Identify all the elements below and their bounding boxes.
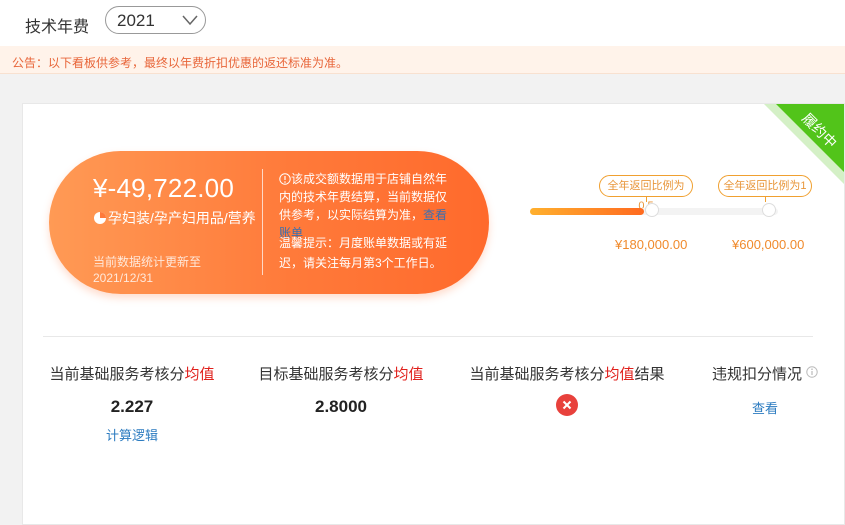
update-label: 当前数据统计更新至 bbox=[93, 255, 202, 269]
milestone-knob-1 bbox=[645, 203, 659, 217]
metric-target-label: 目标基础服务考核分 bbox=[258, 366, 394, 383]
milestone-tag-2: 全年返回比例为1 bbox=[718, 175, 812, 202]
progress-fill bbox=[530, 208, 645, 215]
turnover-pill: ¥-49,722.00 孕妇装/孕产妇用品/营养 当前数据统计更新至 2021/… bbox=[49, 151, 489, 294]
metric-violation: 违规扣分情况 查看 bbox=[695, 363, 835, 417]
metric-current-value: 2.227 bbox=[110, 397, 154, 416]
milestone-tag-1: 全年返回比例为0.5 bbox=[599, 175, 693, 212]
page-title: 技术年费 bbox=[25, 19, 90, 36]
pie-icon bbox=[94, 212, 106, 224]
status-ribbon: 履约中 bbox=[764, 104, 844, 184]
milestone-amount-1: ¥180,000.00 bbox=[615, 237, 688, 252]
chevron-down-icon bbox=[182, 15, 198, 26]
metric-target-value: 2.8000 bbox=[315, 397, 367, 416]
section-divider bbox=[43, 336, 813, 337]
metric-current-label-hl: 均值 bbox=[184, 366, 215, 383]
notice-bar: 公告：以下看板供参考，最终以年费折扣优惠的返还标准为准。 bbox=[0, 46, 845, 74]
settlement-note: 该成交额数据用于店铺自然年内的技术年费结算，当前数据仅供参考，以实际结算为准，查… bbox=[279, 170, 454, 242]
reminder-tip: 温馨提示：月度账单数据或有延迟，请关注每月第3个工作日。 bbox=[279, 236, 448, 270]
update-date: 2021/12/31 bbox=[93, 271, 154, 285]
year-select-value: 2021 bbox=[117, 11, 155, 30]
pill-divider bbox=[262, 169, 263, 275]
metric-target-score: 目标基础服务考核分均值 2.8000 bbox=[251, 363, 431, 417]
milestone-amount-2: ¥600,000.00 bbox=[732, 237, 805, 252]
close-circle-icon bbox=[556, 394, 578, 416]
metric-violation-label: 违规扣分情况 bbox=[711, 366, 802, 383]
calc-logic-link[interactable]: 计算逻辑 bbox=[42, 425, 222, 444]
category-label: 孕妇装/孕产妇用品/营养 bbox=[93, 208, 258, 228]
annual-fee-card: 履约中 ¥-49,722.00 孕妇装/孕产妇用品/营养 当前数据统计更新至 2… bbox=[22, 103, 845, 525]
header-bar: 技术年费 2021 bbox=[0, 0, 845, 46]
category-text: 孕妇装/孕产妇用品/营养 bbox=[108, 210, 256, 226]
view-violation-link[interactable]: 查看 bbox=[695, 398, 835, 417]
metric-current-score: 当前基础服务考核分均值 2.227 计算逻辑 bbox=[42, 363, 222, 444]
metric-current-label: 当前基础服务考核分 bbox=[49, 366, 185, 383]
info-icon[interactable] bbox=[806, 366, 818, 378]
milestone-knob-2 bbox=[762, 203, 776, 217]
update-info: 当前数据统计更新至 2021/12/31 bbox=[93, 254, 233, 286]
metric-score-result: 当前基础服务考核分均值结果 bbox=[457, 363, 677, 421]
metric-result-label-hl: 均值 bbox=[604, 366, 635, 383]
note-text: 该成交额数据用于店铺自然年内的技术年费结算，当前数据仅供参考，以实际结算为准， bbox=[279, 172, 448, 222]
milestone-tag-2-label: 全年返回比例为1 bbox=[723, 180, 807, 192]
metric-result-label-post: 结果 bbox=[634, 366, 665, 383]
info-icon bbox=[279, 173, 291, 185]
metric-target-label-hl: 均值 bbox=[393, 366, 424, 383]
metric-result-label: 当前基础服务考核分 bbox=[469, 366, 605, 383]
notice-text: 公告：以下看板供参考，最终以年费折扣优惠的返还标准为准。 bbox=[12, 56, 349, 70]
turnover-amount: ¥-49,722.00 bbox=[93, 173, 234, 203]
year-select[interactable]: 2021 bbox=[105, 6, 206, 34]
